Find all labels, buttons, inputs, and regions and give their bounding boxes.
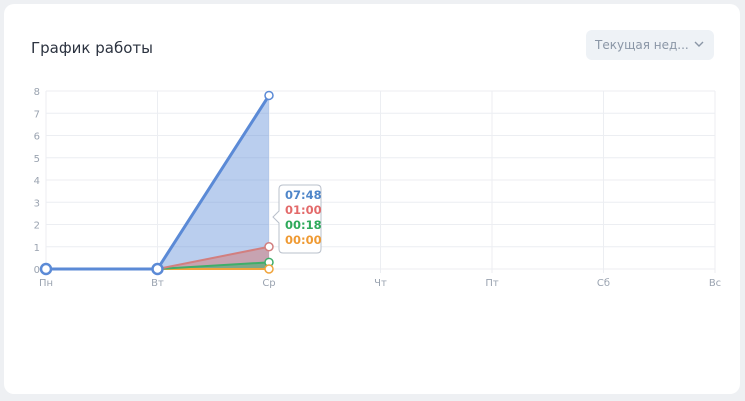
- y-tick-label: 5: [34, 154, 40, 165]
- x-tick-label: Пн: [39, 278, 53, 289]
- y-tick-label: 2: [34, 221, 40, 232]
- data-point[interactable]: [264, 242, 274, 252]
- x-tick-label: Вт: [151, 278, 164, 289]
- y-tick-label: 3: [34, 198, 40, 209]
- x-tick-label: Ср: [262, 278, 275, 289]
- y-tick-label: 4: [34, 176, 40, 187]
- x-tick-label: Пт: [485, 278, 499, 289]
- tooltip-value: 01:00: [285, 203, 322, 217]
- data-point[interactable]: [264, 264, 274, 274]
- tooltip-value: 00:18: [285, 218, 322, 232]
- y-tick-label: 7: [34, 109, 40, 120]
- y-tick-label: 6: [34, 132, 40, 143]
- data-point[interactable]: [39, 262, 53, 276]
- y-tick-label: 0: [34, 265, 40, 276]
- x-tick-label: Чт: [374, 278, 387, 289]
- tooltip-value: 00:00: [285, 233, 322, 247]
- data-point[interactable]: [264, 90, 274, 101]
- y-tick-label: 1: [34, 243, 40, 254]
- x-tick-label: Сб: [597, 278, 610, 289]
- x-tick-label: Вс: [709, 278, 721, 289]
- work-chart: 0 1 2 3 4 5 6 7 8 Пн Вт Ср Чт Пт Сб Вс 07:4801:0000:1800…: [34, 87, 722, 289]
- tooltip-value: 07:48: [285, 188, 322, 202]
- data-point[interactable]: [151, 262, 164, 276]
- y-tick-label: 8: [34, 87, 40, 98]
